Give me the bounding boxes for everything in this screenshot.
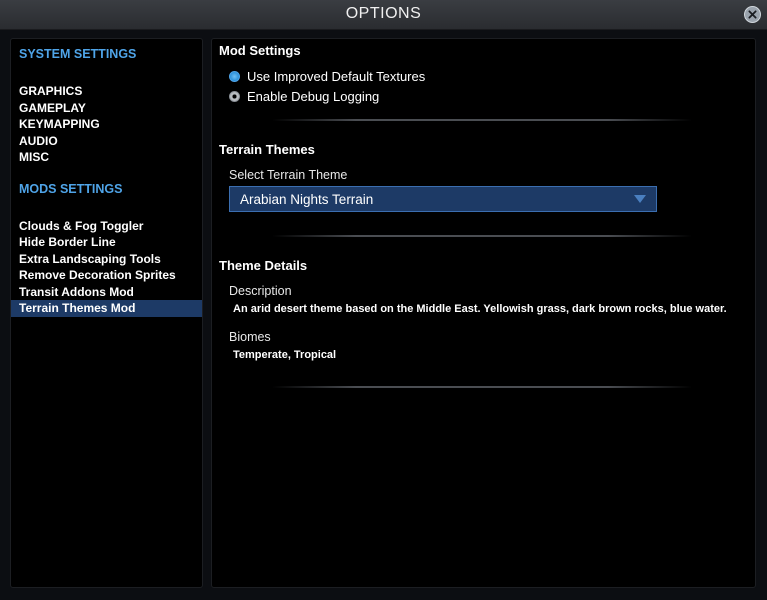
biomes-text: Temperate, Tropical <box>233 349 337 361</box>
sidebar-item-keymapping[interactable]: KEYMAPPING <box>11 116 202 133</box>
option-label: Use Improved Default Textures <box>247 68 426 84</box>
sidebar-item-graphics[interactable]: GRAPHICS <box>11 83 202 100</box>
close-icon <box>748 10 757 19</box>
sidebar-item-remove-decoration-sprites[interactable]: Remove Decoration Sprites <box>11 267 202 284</box>
sidebar-item-misc[interactable]: MISC <box>11 149 202 166</box>
close-button[interactable] <box>744 6 761 23</box>
theme-details-heading: Theme Details <box>219 258 308 273</box>
title-bar: OPTIONS <box>0 0 767 30</box>
sidebar-item-extra-landscaping-tools[interactable]: Extra Landscaping Tools <box>11 251 202 268</box>
option-label: Enable Debug Logging <box>247 88 380 104</box>
system-settings-heading: SYSTEM SETTINGS <box>19 47 137 61</box>
terrain-themes-heading: Terrain Themes <box>219 142 315 157</box>
window-title: OPTIONS <box>345 5 422 22</box>
terrain-theme-dropdown[interactable]: Arabian Nights Terrain <box>229 186 657 212</box>
mod-settings-heading: Mod Settings <box>219 43 301 58</box>
settings-panel: Mod Settings Use Improved Default Textur… <box>211 38 756 588</box>
sidebar-item-clouds-fog-toggler[interactable]: Clouds & Fog Toggler <box>11 218 202 235</box>
description-text: An arid desert theme based on the Middle… <box>233 303 727 315</box>
mods-settings-heading: MODS SETTINGS <box>19 181 123 196</box>
divider <box>272 235 692 237</box>
description-label: Description <box>229 284 292 298</box>
option-debug-logging[interactable]: Enable Debug Logging <box>229 87 379 105</box>
sidebar-item-transit-addons-mod[interactable]: Transit Addons Mod <box>11 284 202 301</box>
divider <box>272 386 692 388</box>
divider <box>272 119 692 121</box>
sidebar-item-audio[interactable]: AUDIO <box>11 133 202 150</box>
radio-unchecked-icon[interactable] <box>229 90 240 102</box>
settings-sidebar: SYSTEM SETTINGS GRAPHICS GAMEPLAY KEYMAP… <box>10 38 203 588</box>
dropdown-value: Arabian Nights Terrain <box>240 191 374 207</box>
select-terrain-theme-label: Select Terrain Theme <box>229 168 348 182</box>
dropdown-arrow-icon <box>634 195 646 203</box>
sidebar-item-terrain-themes-mod[interactable]: Terrain Themes Mod <box>11 300 202 317</box>
option-improved-textures[interactable]: Use Improved Default Textures <box>229 67 425 85</box>
radio-checked-icon[interactable] <box>229 70 240 82</box>
sidebar-item-gameplay[interactable]: GAMEPLAY <box>11 100 202 117</box>
biomes-label: Biomes <box>229 330 271 344</box>
sidebar-item-hide-border-line[interactable]: Hide Border Line <box>11 234 202 251</box>
